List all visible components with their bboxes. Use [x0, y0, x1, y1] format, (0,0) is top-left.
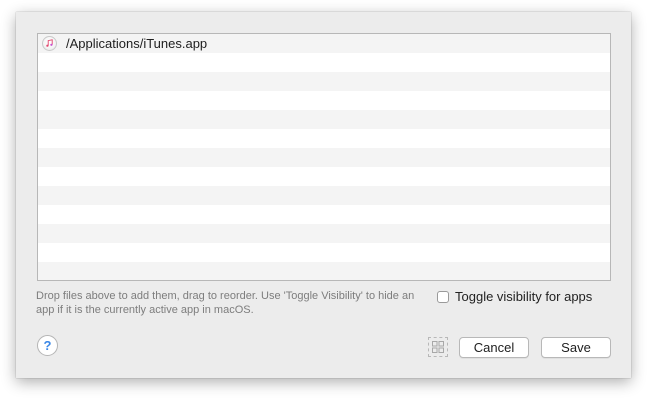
list-row-empty [38, 72, 610, 91]
dialog-sheet: /Applications/iTunes.app Drop files abov… [16, 12, 631, 378]
toggle-visibility-option[interactable]: Toggle visibility for apps [437, 290, 592, 304]
grid-button[interactable] [428, 337, 448, 357]
list-row-empty [38, 91, 610, 110]
hint-text: Drop files above to add them, drag to re… [36, 290, 415, 316]
grid-icon [432, 341, 444, 353]
list-row-empty [38, 167, 610, 186]
file-path: /Applications/iTunes.app [66, 36, 208, 51]
list-row-empty [38, 53, 610, 72]
list-row-empty [38, 205, 610, 224]
help-button[interactable]: ? [37, 335, 58, 356]
list-row-empty [38, 148, 610, 167]
itunes-icon [42, 36, 57, 51]
list-row-empty [38, 224, 610, 243]
list-row-empty [38, 129, 610, 148]
toggle-visibility-checkbox[interactable] [437, 291, 449, 303]
cancel-button[interactable]: Cancel [459, 337, 529, 358]
file-list[interactable]: /Applications/iTunes.app [37, 33, 611, 281]
list-row-empty [38, 110, 610, 129]
save-button[interactable]: Save [541, 337, 611, 358]
list-item[interactable]: /Applications/iTunes.app [38, 34, 610, 53]
list-row-empty [38, 186, 610, 205]
toggle-visibility-label[interactable]: Toggle visibility for apps [455, 290, 592, 304]
list-row-empty [38, 243, 610, 262]
list-row-empty [38, 262, 610, 280]
